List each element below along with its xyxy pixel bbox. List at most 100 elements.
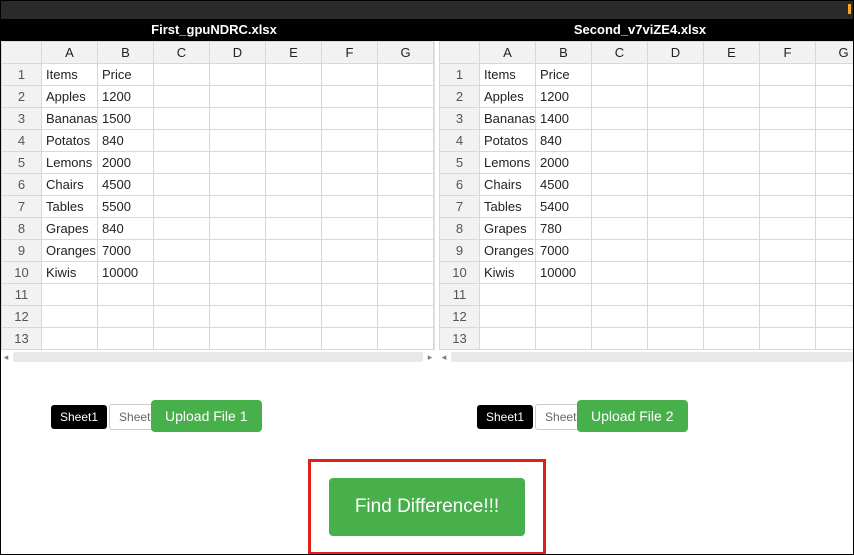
- cell[interactable]: [154, 130, 210, 152]
- cell[interactable]: [154, 174, 210, 196]
- cell[interactable]: [266, 174, 322, 196]
- cell[interactable]: [760, 262, 816, 284]
- cell[interactable]: [480, 284, 536, 306]
- cell[interactable]: [816, 218, 854, 240]
- row-header[interactable]: 1: [2, 64, 42, 86]
- cell[interactable]: [98, 328, 154, 350]
- cell[interactable]: [760, 240, 816, 262]
- cell[interactable]: Bananas: [480, 108, 536, 130]
- cell[interactable]: [266, 196, 322, 218]
- cell[interactable]: Bananas: [42, 108, 98, 130]
- cell[interactable]: [322, 152, 378, 174]
- cell[interactable]: [266, 64, 322, 86]
- cell[interactable]: [760, 130, 816, 152]
- cell[interactable]: [648, 196, 704, 218]
- row-header[interactable]: 2: [440, 86, 480, 108]
- cell[interactable]: [704, 328, 760, 350]
- cell[interactable]: [704, 174, 760, 196]
- cell[interactable]: [154, 262, 210, 284]
- cell[interactable]: [592, 262, 648, 284]
- cell[interactable]: [648, 130, 704, 152]
- find-difference-button[interactable]: Find Difference!!!: [329, 478, 525, 536]
- cell[interactable]: [704, 262, 760, 284]
- cell[interactable]: [480, 306, 536, 328]
- row-header[interactable]: 13: [440, 328, 480, 350]
- cell[interactable]: [704, 152, 760, 174]
- cell[interactable]: [760, 306, 816, 328]
- row-header[interactable]: 8: [2, 218, 42, 240]
- cell[interactable]: [648, 218, 704, 240]
- row-header[interactable]: 12: [2, 306, 42, 328]
- cell[interactable]: [378, 240, 434, 262]
- row-header[interactable]: 6: [2, 174, 42, 196]
- cell[interactable]: [154, 152, 210, 174]
- cell[interactable]: [210, 328, 266, 350]
- row-header[interactable]: 13: [2, 328, 42, 350]
- cell[interactable]: [210, 306, 266, 328]
- cell[interactable]: [592, 218, 648, 240]
- cell[interactable]: [42, 306, 98, 328]
- cell[interactable]: [648, 64, 704, 86]
- cell[interactable]: [648, 108, 704, 130]
- cell[interactable]: [648, 174, 704, 196]
- cell[interactable]: Chairs: [42, 174, 98, 196]
- cell[interactable]: Tables: [42, 196, 98, 218]
- cell[interactable]: Grapes: [42, 218, 98, 240]
- cell[interactable]: [210, 86, 266, 108]
- cell[interactable]: [154, 328, 210, 350]
- cell[interactable]: [322, 64, 378, 86]
- col-header[interactable]: C: [154, 42, 210, 64]
- cell[interactable]: [816, 196, 854, 218]
- upload-file-1-button[interactable]: Upload File 1: [151, 400, 262, 432]
- cell[interactable]: [210, 218, 266, 240]
- scroll-track[interactable]: [451, 352, 854, 362]
- cell[interactable]: [816, 108, 854, 130]
- cell[interactable]: [322, 196, 378, 218]
- cell[interactable]: Potatos: [480, 130, 536, 152]
- cell[interactable]: [592, 108, 648, 130]
- cell[interactable]: [704, 130, 760, 152]
- cell[interactable]: [592, 196, 648, 218]
- cell[interactable]: Tables: [480, 196, 536, 218]
- row-header[interactable]: 7: [440, 196, 480, 218]
- cell[interactable]: [760, 284, 816, 306]
- cell[interactable]: [378, 328, 434, 350]
- scroll-track[interactable]: [13, 352, 423, 362]
- cell[interactable]: [154, 240, 210, 262]
- cell[interactable]: [322, 262, 378, 284]
- cell[interactable]: [210, 262, 266, 284]
- cell[interactable]: 840: [98, 130, 154, 152]
- cell[interactable]: 1200: [98, 86, 154, 108]
- cell[interactable]: [816, 262, 854, 284]
- col-header[interactable]: G: [378, 42, 434, 64]
- cell[interactable]: [760, 86, 816, 108]
- cell[interactable]: [378, 108, 434, 130]
- col-header[interactable]: A: [42, 42, 98, 64]
- tab-sheet1[interactable]: Sheet1: [51, 405, 107, 429]
- cell[interactable]: 2000: [536, 152, 592, 174]
- cell[interactable]: [648, 152, 704, 174]
- row-header[interactable]: 9: [2, 240, 42, 262]
- cell[interactable]: Items: [42, 64, 98, 86]
- cell[interactable]: [760, 64, 816, 86]
- col-header[interactable]: C: [592, 42, 648, 64]
- cell[interactable]: 2000: [98, 152, 154, 174]
- row-header[interactable]: 4: [440, 130, 480, 152]
- cell[interactable]: 780: [536, 218, 592, 240]
- cell[interactable]: Price: [98, 64, 154, 86]
- cell[interactable]: [592, 284, 648, 306]
- col-header[interactable]: F: [760, 42, 816, 64]
- col-header[interactable]: E: [704, 42, 760, 64]
- row-header[interactable]: 5: [440, 152, 480, 174]
- cell[interactable]: [378, 152, 434, 174]
- left-grid[interactable]: A B C D E F G 1ItemsPrice 2Apples1200 3B…: [1, 41, 434, 350]
- select-all-corner[interactable]: [2, 42, 42, 64]
- col-header[interactable]: G: [816, 42, 854, 64]
- cell[interactable]: [816, 328, 854, 350]
- row-header[interactable]: 1: [440, 64, 480, 86]
- cell[interactable]: [704, 196, 760, 218]
- cell[interactable]: Kiwis: [42, 262, 98, 284]
- cell[interactable]: 4500: [98, 174, 154, 196]
- cell[interactable]: 1400: [536, 108, 592, 130]
- cell[interactable]: [378, 218, 434, 240]
